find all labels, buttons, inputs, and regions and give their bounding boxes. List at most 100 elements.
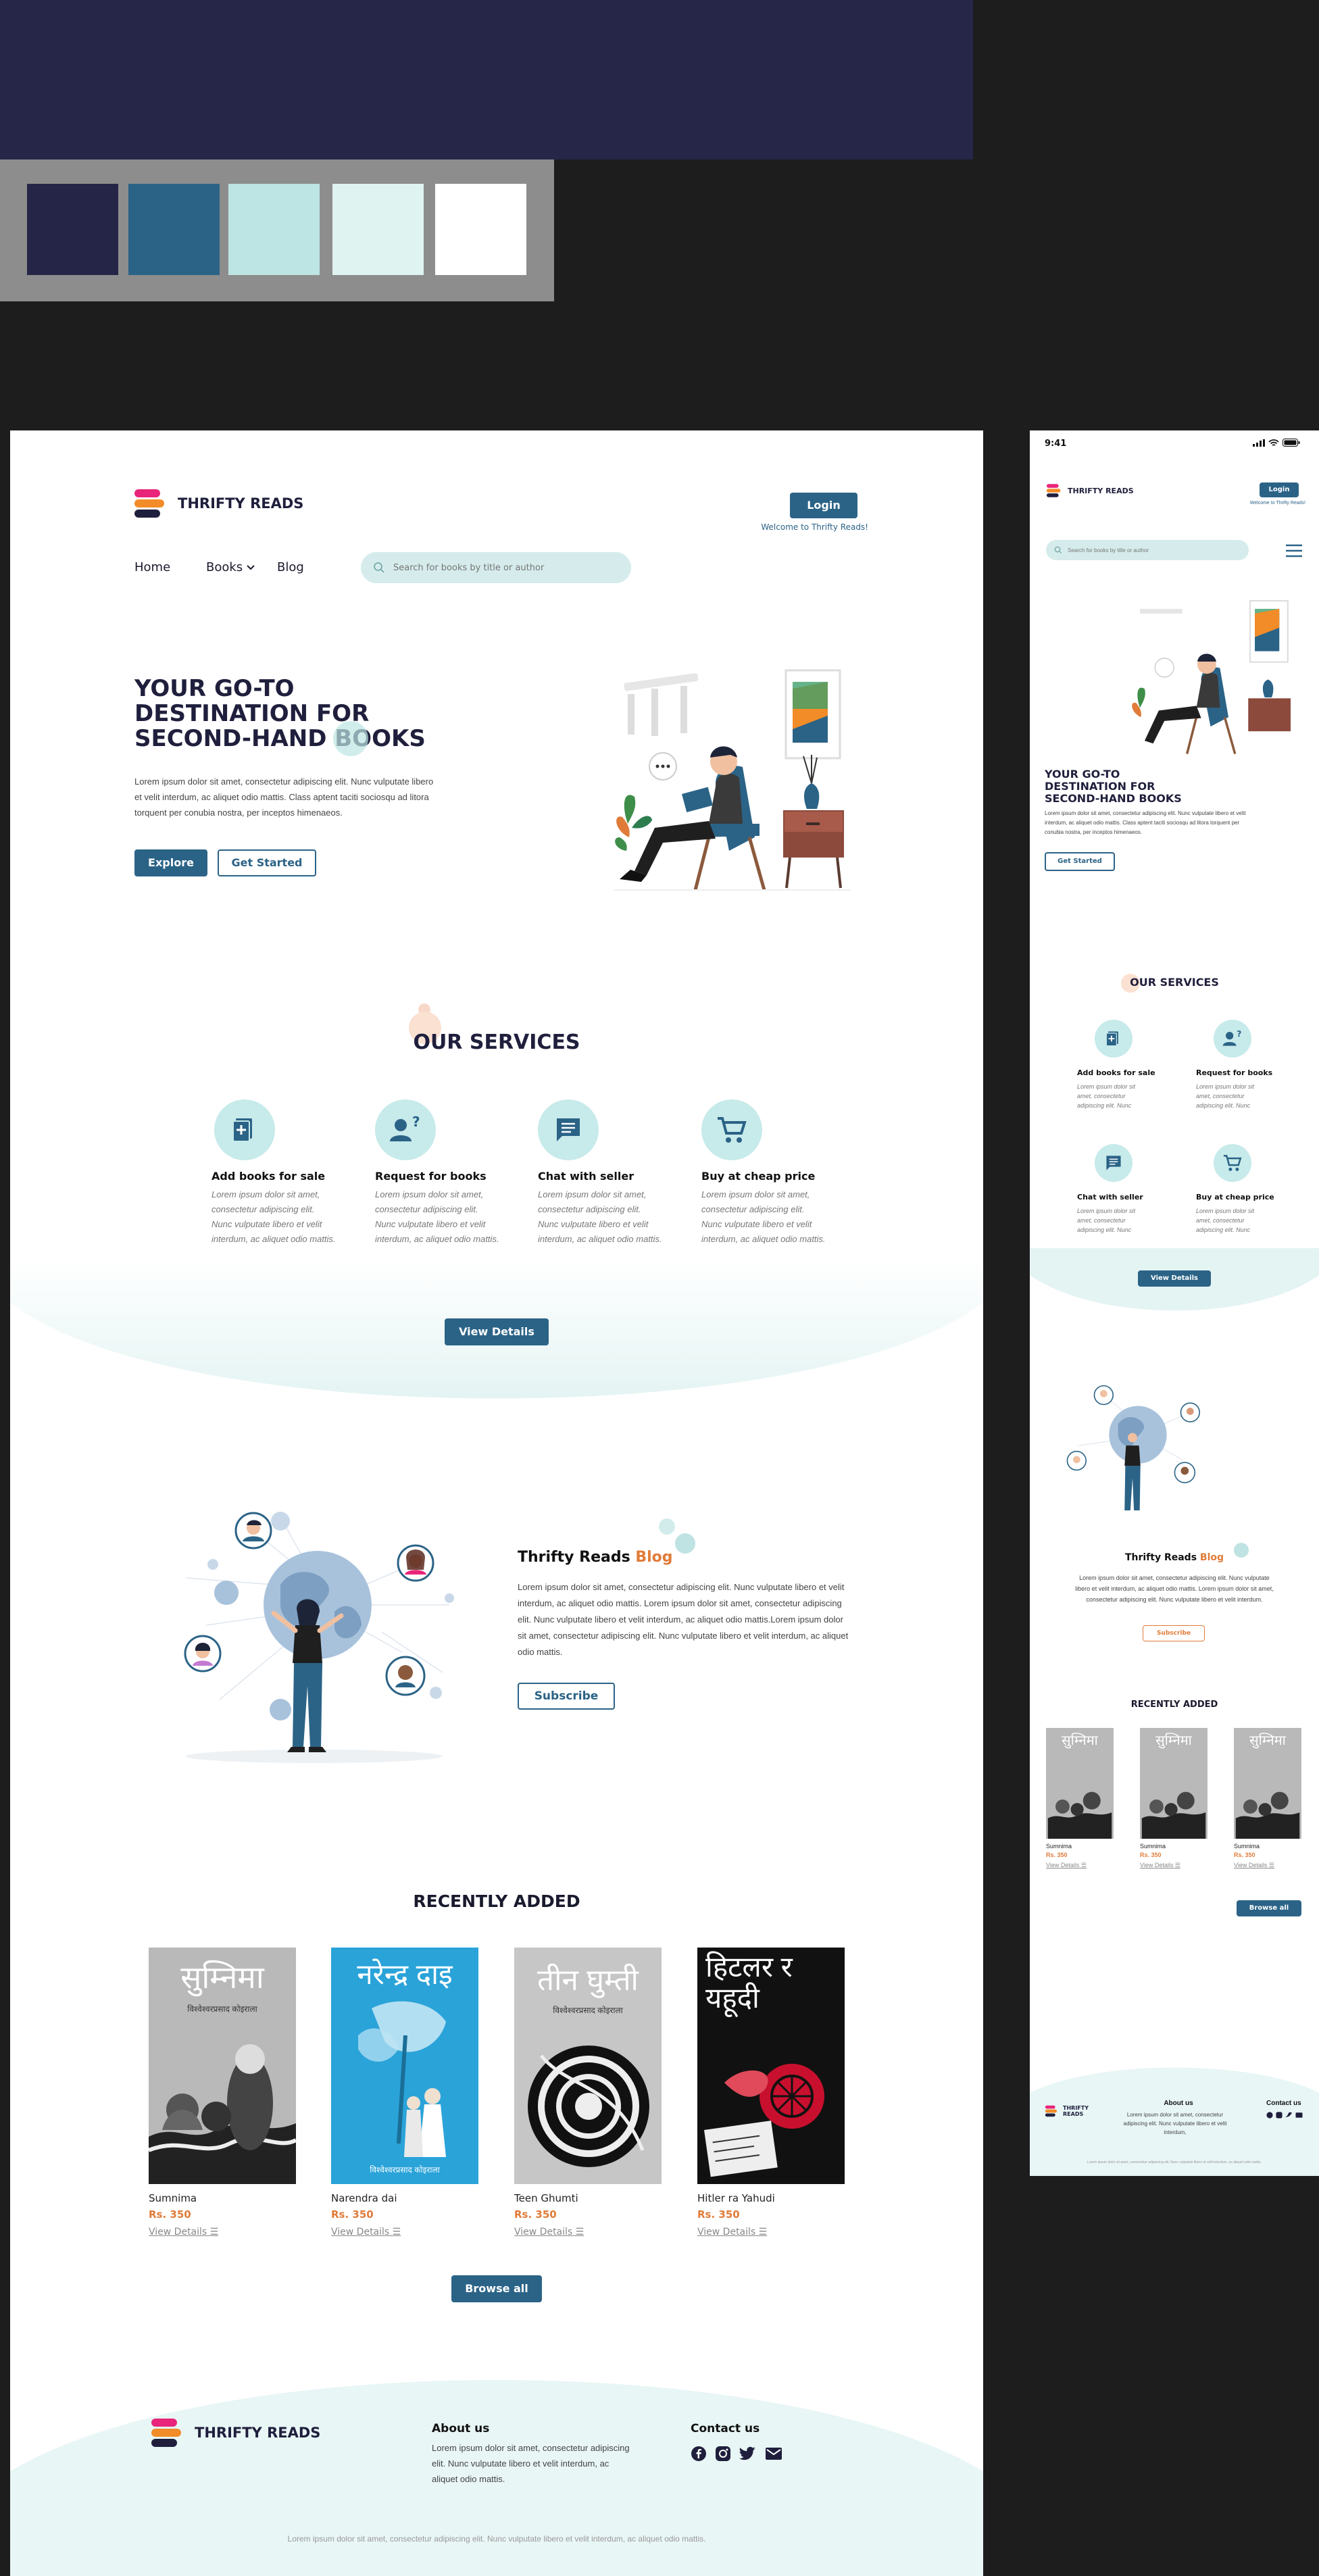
list-icon: ☰ <box>392 2227 401 2237</box>
mobile-login-button[interactable]: Login <box>1260 482 1299 497</box>
mail-icon[interactable] <box>1295 2112 1303 2119</box>
cover-art <box>1141 1791 1206 1839</box>
nav-books[interactable]: Books <box>206 560 255 574</box>
mobile-book-cover[interactable]: सुम्निमा <box>1234 1728 1301 1839</box>
facebook-icon[interactable] <box>1266 2112 1273 2119</box>
mobile-blog-illustration <box>1066 1385 1200 1511</box>
book-view-details-link[interactable]: View Details ☰ <box>1046 1862 1087 1869</box>
book-view-details-link[interactable]: View Details ☰ <box>1140 1862 1180 1869</box>
mobile-recently-added-title: RECENTLY ADDED <box>1130 1700 1218 1710</box>
login-button[interactable]: Login <box>790 493 857 518</box>
book-cover[interactable]: नरेन्द्र दाइ विश्वेश्वरप्रसाद कोइराला <box>331 1948 478 2184</box>
book-view-details-link[interactable]: View Details ☰ <box>1234 1862 1274 1869</box>
mobile-brand-logo[interactable]: THRIFTY READS <box>1046 483 1134 498</box>
book-view-details-link[interactable]: View Details ☰ <box>697 2227 767 2237</box>
service-desc: Lorem ipsum dolor sit amet, consectetur … <box>1077 1208 1136 1233</box>
user-question-icon: ? <box>390 1114 420 1141</box>
service-desc: Lorem ipsum dolor sit amet, consectetur … <box>1077 1083 1136 1109</box>
view-details-label: View Details <box>1140 1862 1174 1868</box>
mobile-browse-all-button[interactable]: Browse all <box>1237 1900 1301 1916</box>
explore-button[interactable]: Explore <box>134 849 207 876</box>
brand-name: THRIFTY READS <box>178 495 304 512</box>
mail-icon[interactable] <box>765 2446 782 2462</box>
cart-icon <box>1223 1155 1242 1171</box>
footer-about-body: Lorem ipsum dolor sit amet, consectetur … <box>432 2443 630 2484</box>
browse-all-button[interactable]: Browse all <box>451 2275 542 2302</box>
nav-home[interactable]: Home <box>134 560 170 574</box>
view-details-label: View Details <box>331 2227 390 2237</box>
desktop-page: THRIFTY READS Login Welcome to Thrifty R… <box>10 430 983 2576</box>
book-view-details-link[interactable]: View Details ☰ <box>331 2227 401 2237</box>
mobile-footer-contact-title: Contact us <box>1266 2100 1301 2107</box>
twitter-icon[interactable] <box>1285 2112 1293 2119</box>
book-cover[interactable]: हिटलर र यहूदी <box>697 1948 845 2184</box>
service-title: Request for books <box>375 1170 487 1183</box>
facebook-icon[interactable] <box>691 2446 707 2462</box>
hero-reading-illustration <box>614 669 851 891</box>
search-icon <box>1054 546 1062 554</box>
subscribe-button[interactable]: Subscribe <box>518 1683 615 1710</box>
service-icon-wrap <box>1095 1020 1133 1058</box>
book-view-details-link[interactable]: View Details ☰ <box>149 2227 218 2237</box>
twitter-icon[interactable] <box>739 2446 757 2462</box>
mobile-search-input[interactable] <box>1066 546 1238 554</box>
mobile-subscribe-button[interactable]: Subscribe <box>1143 1625 1205 1641</box>
hero-title-bubble <box>333 721 368 756</box>
list-icon: ☰ <box>575 2227 584 2237</box>
service-icon-wrap <box>1214 1144 1251 1182</box>
mobile-book-cover[interactable]: सुम्निमा <box>1140 1728 1208 1839</box>
mobile-search-bar[interactable] <box>1046 540 1249 560</box>
mobile-footer-brand[interactable]: THRIFTY READS <box>1045 2105 1101 2117</box>
service-icon-wrap <box>214 1099 275 1160</box>
instagram-icon[interactable] <box>715 2446 731 2462</box>
nav-blog[interactable]: Blog <box>277 560 304 574</box>
mobile-social-icons <box>1266 2112 1303 2119</box>
mobile-hero-title-line3: SECOND-HAND BOOKS <box>1045 792 1182 805</box>
footer-brand-logo[interactable]: THRIFTY READS <box>150 2417 320 2448</box>
mobile-blog-title-main: Thrifty Reads <box>1124 1552 1197 1563</box>
search-icon <box>374 562 384 573</box>
mobile-book-cover[interactable]: सुम्निमा <box>1046 1728 1114 1839</box>
search-input[interactable] <box>392 562 618 574</box>
list-icon: ☰ <box>1080 1862 1087 1868</box>
book-name: Sumnima <box>1046 1843 1072 1850</box>
book-name: Sumnima <box>1140 1843 1166 1850</box>
blog-title: Thrifty Reads Blog <box>518 1549 673 1566</box>
list-icon: ☰ <box>758 2227 768 2237</box>
book-cover[interactable]: सुम्निमा विश्वेश्वरप्रसाद कोइराला <box>149 1948 296 2184</box>
mobile-blog-title-accent: Blog <box>1199 1552 1224 1563</box>
mobile-footer-about-title: About us <box>1164 2100 1193 2107</box>
view-details-button[interactable]: View Details <box>445 1318 549 1345</box>
get-started-button[interactable]: Get Started <box>218 849 316 876</box>
blog-bubble-2 <box>675 1533 695 1554</box>
swatch-blue <box>128 184 220 275</box>
hero-title-line2: DESTINATION FOR <box>134 700 370 727</box>
book-cover[interactable]: तीन घुम्ती विश्वेश्वरप्रसाद कोइराला <box>514 1948 662 2184</box>
recently-added-title: RECENTLY ADDED <box>413 1891 580 1911</box>
service-icon-wrap: ? <box>375 1099 436 1160</box>
book-price: Rs. 350 <box>514 2208 557 2221</box>
mobile-get-started-button[interactable]: Get Started <box>1045 852 1115 871</box>
nav-books-label: Books <box>206 560 243 574</box>
social-icons <box>691 2446 782 2462</box>
service-desc: Lorem ipsum dolor sit amet, consectetur … <box>701 1189 826 1244</box>
book-price: Rs. 350 <box>149 2208 191 2221</box>
swatch-white <box>435 184 526 275</box>
mobile-hero-title-line2: DESTINATION FOR <box>1045 780 1155 793</box>
list-icon: ☰ <box>209 2227 219 2237</box>
hamburger-menu-icon[interactable] <box>1285 544 1303 558</box>
mobile-footer-about-body: Lorem ipsum dolor sit amet, consectetur … <box>1123 2112 1227 2135</box>
cover-title: सुम्निमा <box>1249 1733 1286 1748</box>
service-title: Buy at cheap price <box>1196 1193 1274 1202</box>
services-title: OUR SERVICES <box>413 1031 580 1054</box>
book-name: Sumnima <box>149 2192 197 2204</box>
mobile-view-details-button[interactable]: View Details <box>1138 1270 1211 1287</box>
blog-title-accent: Blog <box>635 1549 673 1566</box>
book-name: Hitler ra Yahudi <box>697 2192 775 2204</box>
brand-logo[interactable]: THRIFTY READS <box>133 488 309 519</box>
search-bar[interactable] <box>361 552 631 583</box>
swatch-light-mint <box>332 184 424 275</box>
mobile-welcome-text: Welcome to Thrifty Reads! <box>1249 501 1305 505</box>
instagram-icon[interactable] <box>1276 2112 1283 2119</box>
book-view-details-link[interactable]: View Details ☰ <box>514 2227 584 2237</box>
